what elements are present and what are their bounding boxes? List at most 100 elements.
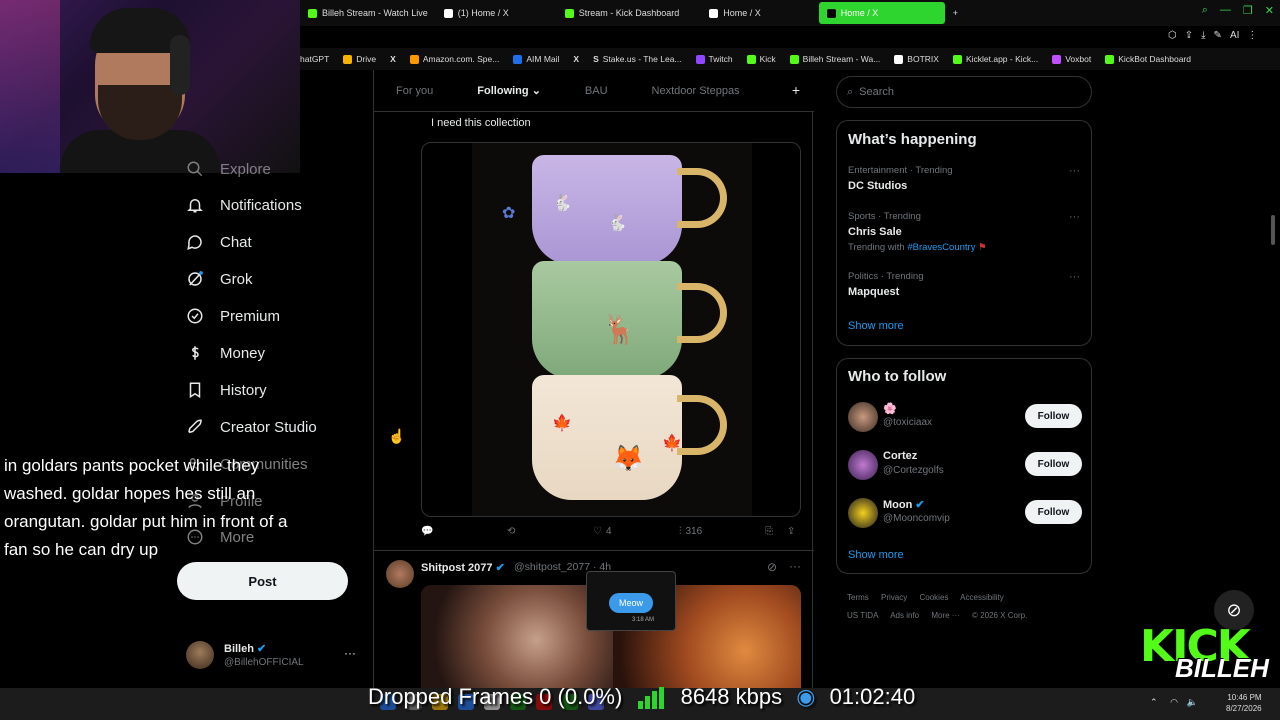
footer-link-ads-info[interactable]: Ads info (890, 611, 919, 620)
follow-name: 🌸 (883, 403, 897, 415)
tab-kick-dashboard[interactable]: Stream - Kick Dashboard (557, 2, 688, 24)
scrollbar[interactable] (1271, 215, 1275, 245)
search-input[interactable]: ⌕ Search (836, 76, 1092, 108)
footer-link-accessibility[interactable]: Accessibility (960, 593, 1004, 602)
tab-billeh-stream[interactable]: Billeh Stream - Watch Live (300, 2, 436, 24)
chart-icon: ⫶ (679, 526, 682, 537)
close-icon[interactable]: ✕ (1265, 4, 1274, 17)
account-switcher[interactable]: Billeh ✔ @BillehOFFICIAL ··· (186, 640, 360, 672)
nav-history[interactable]: History (186, 381, 267, 399)
extensions-icon[interactable]: ⬡ (1168, 30, 1177, 41)
bookmark-aim-mail[interactable]: AIM Mail (513, 54, 559, 64)
bookmark-twitch[interactable]: Twitch (695, 54, 733, 64)
more-icon[interactable]: ··· (1069, 271, 1080, 283)
tweet-image[interactable]: 🐇 🐇 ✿ 🦌 🦊 🍁 🍁 (421, 142, 801, 517)
trend-item[interactable]: Politics · Trending Mapquest ··· (848, 271, 1080, 298)
repost-button[interactable]: ⟲ (507, 526, 515, 537)
reply-button[interactable]: 💬 (421, 526, 433, 537)
tab-for-you[interactable]: For you (374, 85, 455, 97)
views-button[interactable]: ⫶ 316 (679, 526, 702, 537)
trend-item[interactable]: Sports · Trending Chris Sale Trending wi… (848, 211, 1080, 253)
ai-icon[interactable]: AI (1230, 30, 1239, 41)
footer-link-privacy[interactable]: Privacy (881, 593, 907, 602)
show-more-link[interactable]: Show more (848, 549, 904, 561)
add-feed-button[interactable]: + (792, 82, 800, 98)
bookmark-x[interactable]: X (390, 54, 396, 64)
system-clock[interactable]: 10:46 PM 8/27/2026 (1226, 692, 1262, 714)
bookmark-voxbot[interactable]: Voxbot (1052, 54, 1091, 64)
x-favicon-icon (443, 8, 453, 18)
bookmark-label: AIM Mail (526, 54, 560, 64)
more-icon[interactable]: ··· (789, 559, 801, 573)
tab-following[interactable]: Following ⌄ (455, 84, 563, 97)
nav-premium[interactable]: Premium (186, 307, 280, 325)
nav-creator-studio[interactable]: Creator Studio (186, 418, 317, 436)
grok-icon[interactable]: ⊘ (767, 560, 777, 574)
download-icon[interactable]: ⤓ (1201, 30, 1205, 41)
follow-button[interactable]: Follow (1025, 404, 1082, 428)
more-icon[interactable]: ··· (344, 646, 356, 660)
tab-bau[interactable]: BAU (563, 85, 630, 97)
bookmark-label: Kick (759, 54, 776, 64)
nav-grok[interactable]: Grok (186, 270, 253, 288)
footer-link-us-tida[interactable]: US TIDA (847, 611, 878, 620)
share-icon[interactable]: ⇪ (1185, 30, 1193, 41)
x-favicon-icon (826, 8, 836, 18)
tab-label: Home / X (840, 8, 879, 18)
share-button[interactable]: ⇪ (787, 526, 795, 537)
search-placeholder: Search (859, 86, 895, 98)
grok-icon (188, 271, 203, 286)
bookmark-stake[interactable]: S Stake.us - The Lea... (593, 54, 681, 64)
minimize-icon[interactable]: — (1220, 4, 1231, 17)
edit-icon[interactable]: ✎ (1214, 30, 1222, 41)
tab-label: (1) Home / X (457, 8, 509, 18)
bookmark-button[interactable]: ⎘ (765, 526, 773, 537)
speaker-icon[interactable]: 🔈 (1186, 697, 1197, 707)
bookmark-kick[interactable]: Kick (746, 54, 776, 64)
bookmark-kickbot[interactable]: KickBot Dashboard (1105, 54, 1191, 64)
bookmark-amazon[interactable]: Amazon.com. Spe... (409, 54, 499, 64)
botrix-icon (894, 54, 904, 64)
nav-chat[interactable]: Chat (186, 233, 252, 251)
follow-suggestion[interactable]: Cortez @Cortezgolfs Follow (848, 448, 1082, 482)
more-icon[interactable]: ··· (1069, 211, 1080, 223)
tab-nextdoor-steppas[interactable]: Nextdoor Steppas (630, 85, 762, 97)
nav-notifications[interactable]: Notifications (186, 196, 302, 214)
footer-link-cookies[interactable]: Cookies (919, 593, 948, 602)
tweet[interactable]: Shitpost 2077 ✔ @shitpost_2077 · 4h ⊘ ··… (374, 555, 814, 695)
bookmark-x-2[interactable]: X (573, 54, 579, 64)
trend-title: Mapquest (848, 286, 900, 298)
maximize-icon[interactable]: ❐ (1243, 4, 1253, 17)
like-button[interactable]: ♡ 4 (593, 526, 612, 537)
search-icon[interactable]: ⌕ (1202, 4, 1208, 17)
post-button[interactable]: Post (177, 562, 348, 600)
chevron-up-icon[interactable]: ⌃ (1150, 697, 1158, 707)
amazon-icon (409, 54, 419, 64)
wifi-icon[interactable]: ◠ (1170, 697, 1178, 707)
follow-suggestion[interactable]: 🌸 @toxiciaax Follow (848, 400, 1082, 434)
tab-home-x-active[interactable]: Home / X (818, 2, 945, 24)
bookmark-billeh-stream[interactable]: Billeh Stream - Wa... (789, 54, 880, 64)
more-icon[interactable]: ··· (1069, 165, 1080, 177)
nav-explore[interactable]: Explore (186, 160, 271, 178)
chat-bubble-time: 3:18 AM (632, 617, 655, 623)
footer-link-more[interactable]: More ··· (931, 611, 959, 620)
tab-home-x-1[interactable]: (1) Home / X (436, 2, 517, 24)
clock-time: 10:46 PM (1227, 693, 1262, 702)
follow-suggestion[interactable]: Moon ✔ @Mooncomvip Follow (848, 496, 1082, 530)
trend-item[interactable]: Entertainment · Trending DC Studios ··· (848, 165, 1080, 192)
nav-money[interactable]: Money (186, 344, 265, 362)
bookmark-drive[interactable]: Drive (343, 54, 376, 64)
bookmark-chatgpt[interactable]: hatGPT (300, 54, 329, 64)
follow-button[interactable]: Follow (1025, 452, 1082, 476)
tab-home-x-2[interactable]: Home / X (701, 2, 769, 24)
money-icon (191, 346, 199, 360)
account-name: Billeh ✔ (224, 643, 267, 655)
new-tab-button[interactable]: + (945, 2, 966, 24)
menu-icon[interactable]: ⋮ (1247, 30, 1257, 41)
footer-link-terms[interactable]: Terms (847, 593, 869, 602)
bookmark-kicklet[interactable]: Kicklet.app - Kick... (952, 54, 1038, 64)
follow-button[interactable]: Follow (1025, 500, 1082, 524)
bookmark-botrix[interactable]: BOTRIX (894, 54, 939, 64)
show-more-link[interactable]: Show more (848, 320, 904, 332)
